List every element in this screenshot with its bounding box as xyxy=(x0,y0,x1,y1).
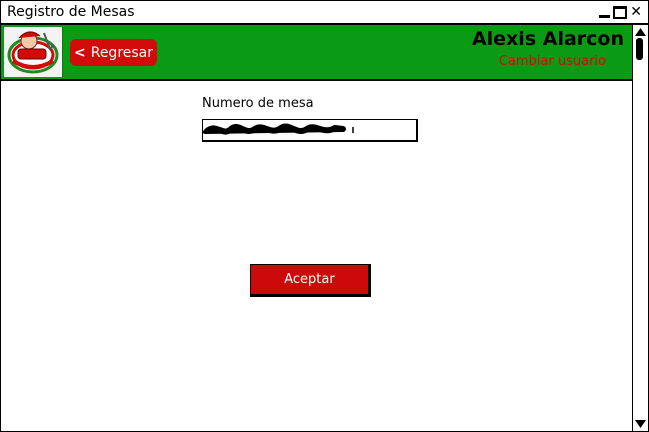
restaurant-logo-icon xyxy=(4,27,63,77)
change-user-link[interactable]: Cambiar usuario xyxy=(499,54,606,69)
main-content: Numero de mesa Aceptar xyxy=(1,81,632,431)
app-header: < Regresar Alexis Alarcon Cambiar usuari… xyxy=(1,25,632,81)
minimize-icon[interactable] xyxy=(599,14,611,18)
table-number-input[interactable] xyxy=(202,119,418,142)
scroll-down-icon[interactable] xyxy=(634,419,647,429)
window-controls: ✕ xyxy=(599,4,642,20)
back-button[interactable]: < Regresar xyxy=(70,39,157,66)
window-title: Registro de Mesas xyxy=(7,4,135,20)
vertical-scrollbar[interactable] xyxy=(632,25,648,431)
app-window: Registro de Mesas ✕ < Regresar Alexis Al… xyxy=(0,0,649,432)
close-icon[interactable]: ✕ xyxy=(630,4,642,20)
table-number-label: Numero de mesa xyxy=(202,96,314,111)
chevron-left-icon: < xyxy=(73,44,86,61)
scroll-up-icon[interactable] xyxy=(634,27,647,37)
maximize-icon[interactable] xyxy=(613,5,628,19)
redaction-scribble xyxy=(203,123,354,135)
title-bar: Registro de Mesas ✕ xyxy=(1,1,648,25)
scroll-thumb[interactable] xyxy=(636,38,643,60)
accept-button[interactable]: Aceptar xyxy=(250,264,371,297)
back-button-label: Regresar xyxy=(90,44,154,61)
user-name: Alexis Alarcon xyxy=(471,28,624,50)
